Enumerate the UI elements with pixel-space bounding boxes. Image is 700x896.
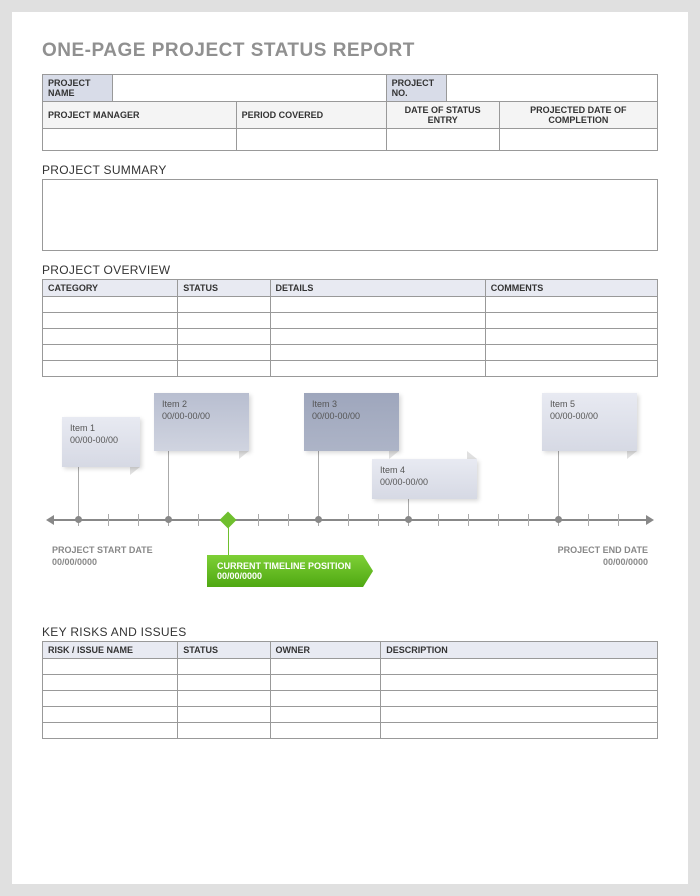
timeline: Item 1 00/00-00/00 Item 2 00/00-00/00 It… xyxy=(42,393,658,613)
col-risk-status: STATUS xyxy=(178,642,270,659)
timeline-dot xyxy=(75,516,82,523)
current-connector xyxy=(228,525,229,555)
col-category: CATEGORY xyxy=(43,280,178,297)
page: ONE-PAGE PROJECT STATUS REPORT PROJECT N… xyxy=(12,12,688,884)
current-position-flag: CURRENT TIMELINE POSITION 00/00/0000 xyxy=(207,555,373,587)
timeline-dot xyxy=(315,516,322,523)
table-row xyxy=(43,329,658,345)
summary-label: PROJECT SUMMARY xyxy=(42,163,658,177)
connector xyxy=(78,466,79,516)
risks-table: RISK / ISSUE NAME STATUS OWNER DESCRIPTI… xyxy=(42,641,658,739)
current-label: CURRENT TIMELINE POSITION xyxy=(217,561,351,571)
table-row xyxy=(43,723,658,739)
risks-label: KEY RISKS AND ISSUES xyxy=(42,625,658,639)
item-range: 00/00-00/00 xyxy=(312,411,360,421)
item-name: Item 1 xyxy=(70,423,95,433)
current-date: 00/00/0000 xyxy=(217,571,262,581)
projected-completion-label: PROJECTED DATE OF COMPLETION xyxy=(499,102,657,129)
date-status-entry-value xyxy=(386,129,499,151)
project-name-value xyxy=(113,75,387,102)
table-row xyxy=(43,675,658,691)
table-row xyxy=(43,691,658,707)
start-date: 00/00/0000 xyxy=(52,557,97,567)
project-no-value xyxy=(446,75,657,102)
connector xyxy=(168,451,169,516)
project-manager-label: PROJECT MANAGER xyxy=(43,102,237,129)
item-name: Item 4 xyxy=(380,465,405,475)
timeline-item-3: Item 3 00/00-00/00 xyxy=(304,393,399,451)
start-label-block: PROJECT START DATE 00/00/0000 xyxy=(52,545,153,568)
project-no-label: PROJECT NO. xyxy=(386,75,446,102)
overview-table: CATEGORY STATUS DETAILS COMMENTS xyxy=(42,279,658,377)
end-date: 00/00/0000 xyxy=(603,557,648,567)
col-details: DETAILS xyxy=(270,280,485,297)
col-risk-name: RISK / ISSUE NAME xyxy=(43,642,178,659)
col-risk-owner: OWNER xyxy=(270,642,381,659)
item-name: Item 2 xyxy=(162,399,187,409)
col-status: STATUS xyxy=(178,280,270,297)
item-range: 00/00-00/00 xyxy=(162,411,210,421)
table-row xyxy=(43,659,658,675)
table-row xyxy=(43,313,658,329)
connector xyxy=(318,451,319,516)
period-covered-value xyxy=(236,129,386,151)
table-row xyxy=(43,297,658,313)
table-row xyxy=(43,345,658,361)
timeline-item-5: Item 5 00/00-00/00 xyxy=(542,393,637,451)
start-label: PROJECT START DATE xyxy=(52,545,153,555)
timeline-item-4: Item 4 00/00-00/00 xyxy=(372,459,477,499)
date-status-entry-label: DATE OF STATUS ENTRY xyxy=(386,102,499,129)
timeline-item-2: Item 2 00/00-00/00 xyxy=(154,393,249,451)
table-row xyxy=(43,361,658,377)
item-range: 00/00-00/00 xyxy=(550,411,598,421)
item-range: 00/00-00/00 xyxy=(380,477,428,487)
timeline-dot xyxy=(165,516,172,523)
summary-box xyxy=(42,179,658,251)
item-name: Item 5 xyxy=(550,399,575,409)
col-risk-description: DESCRIPTION xyxy=(381,642,658,659)
end-label: PROJECT END DATE xyxy=(558,545,648,555)
projected-completion-value xyxy=(499,129,657,151)
project-info-table: PROJECT NAME PROJECT NO. PROJECT MANAGER… xyxy=(42,74,658,151)
page-title: ONE-PAGE PROJECT STATUS REPORT xyxy=(42,40,658,62)
project-name-label: PROJECT NAME xyxy=(43,75,113,102)
item-range: 00/00-00/00 xyxy=(70,435,118,445)
period-covered-label: PERIOD COVERED xyxy=(236,102,386,129)
connector xyxy=(558,451,559,516)
col-comments: COMMENTS xyxy=(485,280,657,297)
timeline-item-1: Item 1 00/00-00/00 xyxy=(62,417,140,467)
timeline-dot xyxy=(405,516,412,523)
overview-label: PROJECT OVERVIEW xyxy=(42,263,658,277)
timeline-dot xyxy=(555,516,562,523)
end-label-block: PROJECT END DATE 00/00/0000 xyxy=(558,545,648,568)
table-row xyxy=(43,707,658,723)
item-name: Item 3 xyxy=(312,399,337,409)
project-manager-value xyxy=(43,129,237,151)
